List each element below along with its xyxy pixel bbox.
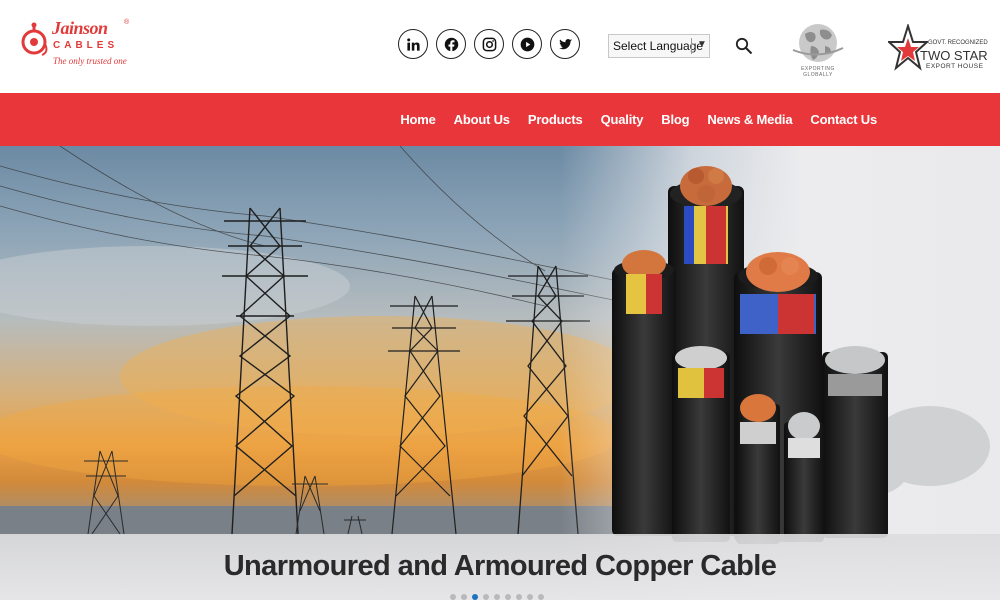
nav-item-blog[interactable]: Blog: [652, 112, 698, 127]
slider-dot[interactable]: [516, 594, 522, 600]
brand-name: Jainson: [52, 18, 108, 38]
nav-item-home[interactable]: Home: [391, 112, 444, 127]
social-links: [398, 29, 580, 59]
search-icon[interactable]: [735, 37, 753, 55]
slider-dot[interactable]: [527, 594, 533, 600]
facebook-link[interactable]: [436, 29, 466, 59]
select-divider: [691, 38, 692, 54]
hero-caption: Unarmoured and Armoured Copper Cable: [223, 550, 777, 582]
brand-subtitle: CABLES: [53, 40, 119, 51]
nav-item-contact-us[interactable]: Contact Us: [801, 112, 886, 127]
nav-item-news-media[interactable]: News & Media: [698, 112, 801, 127]
slider-dot[interactable]: [494, 594, 500, 600]
youtube-icon: [520, 37, 534, 51]
power-towers-scene: [0, 146, 1000, 600]
hero-slider[interactable]: Unarmoured and Armoured Copper Cable: [0, 146, 1000, 600]
main-navbar: Home About Us Products Quality Blog News…: [0, 93, 1000, 146]
instagram-icon: [482, 37, 496, 51]
cable-reel-icon: [21, 22, 48, 56]
language-select-value: Select Language: [613, 39, 704, 53]
twitter-link[interactable]: [550, 29, 580, 59]
linkedin-icon: [406, 37, 420, 51]
instagram-link[interactable]: [474, 29, 504, 59]
nav-item-products[interactable]: Products: [519, 112, 592, 127]
jainson-logo[interactable]: Jainson ® CABLES The only trusted one: [20, 18, 132, 70]
slider-dot[interactable]: [483, 594, 489, 600]
slider-dot[interactable]: [450, 594, 456, 600]
nav-item-about-us[interactable]: About Us: [445, 112, 519, 127]
facebook-icon: [444, 37, 458, 52]
exporting-globally-badge: EXPORTING GLOBALLY: [787, 22, 849, 78]
site-header: Jainson ® CABLES The only trusted one Se…: [0, 0, 1000, 93]
twitter-icon: [558, 38, 572, 49]
star-badge-line2: TWO STAR: [920, 48, 988, 63]
globe-caption: EXPORTING GLOBALLY: [801, 66, 835, 78]
globe-icon: [792, 24, 844, 62]
nav-menu: Home About Us Products Quality Blog News…: [391, 93, 886, 146]
star-badge-line3: EXPORT HOUSE: [926, 63, 984, 70]
slider-dot[interactable]: [472, 594, 478, 600]
slider-dot[interactable]: [505, 594, 511, 600]
slider-dot[interactable]: [538, 594, 544, 600]
brand-tagline: The only trusted one: [53, 56, 127, 66]
nav-item-quality[interactable]: Quality: [592, 112, 653, 127]
slider-dots: [450, 594, 544, 600]
linkedin-link[interactable]: [398, 29, 428, 59]
registered-mark: ®: [124, 19, 130, 26]
two-star-export-house-badge: GOVT. RECOGNIZED TWO STAR EXPORT HOUSE: [886, 22, 988, 76]
language-select[interactable]: Select Language ▼: [608, 34, 710, 58]
youtube-link[interactable]: [512, 29, 542, 59]
star-badge-line1: GOVT. RECOGNIZED: [928, 40, 988, 46]
slider-dot[interactable]: [461, 594, 467, 600]
chevron-down-icon: ▼: [697, 39, 707, 50]
